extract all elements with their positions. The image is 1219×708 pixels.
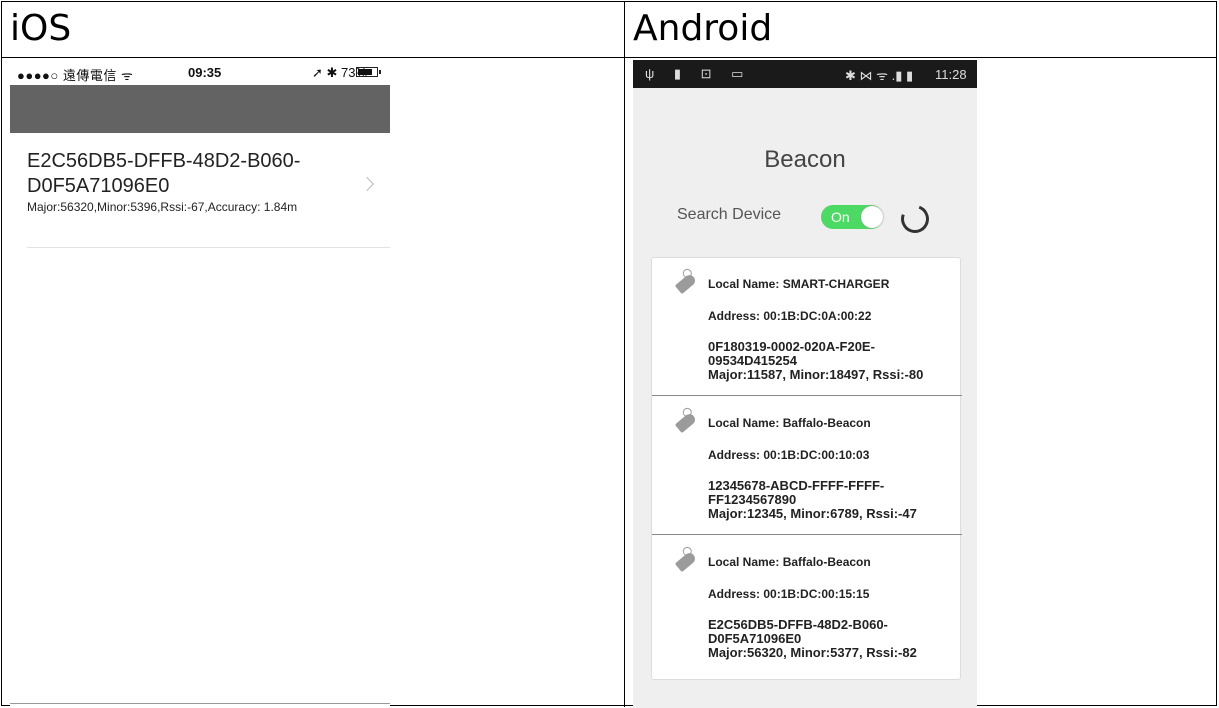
ios-column-title: iOS: [10, 8, 72, 49]
tag-icon: [674, 272, 698, 295]
device-uuid-stats: 12345678-ABCD-FFFF-FFFF-FF1234567890 Maj…: [708, 479, 948, 521]
ios-navigation-bar: [10, 85, 390, 133]
chevron-right-icon: [359, 176, 375, 192]
device-uuid: E2C56DB5-DFFB-48D2-B060-D0F5A71096E0: [708, 617, 888, 646]
loading-spinner-icon: [896, 200, 934, 238]
tag-icon: [674, 550, 698, 573]
device-name: Local Name: SMART-CHARGER: [708, 277, 890, 291]
toggle-knob: [861, 206, 883, 228]
ios-beacon-cell[interactable]: E2C56DB5-DFFB-48D2-B060-D0F5A71096E0 Maj…: [10, 133, 390, 247]
header-divider: [1, 57, 1217, 58]
carrier-signal: ●●●●○ 遠傳電信 ᯤ: [17, 68, 134, 83]
ios-status-bar: ●●●●○ 遠傳電信 ᯤ 09:35 ➚ ✱ 73%: [10, 60, 390, 84]
device-address: Address: 00:1B:DC:00:15:15: [708, 587, 870, 601]
system-icons: ✱ ⋈ ᯤ .▮ ▮: [845, 68, 914, 83]
battery-icon: [356, 67, 381, 77]
tag-icon: [674, 411, 698, 434]
toggle-label: On: [831, 209, 850, 225]
list-item[interactable]: Local Name: SMART-CHARGER Address: 00:1B…: [652, 258, 962, 397]
beacon-uuid: E2C56DB5-DFFB-48D2-B060-D0F5A71096E0: [27, 150, 301, 197]
device-uuid: 0F180319-0002-020A-F20E-09534D415254: [708, 339, 875, 368]
list-item[interactable]: Local Name: Baffalo-Beacon Address: 00:1…: [652, 397, 962, 536]
page-title: Beacon: [764, 146, 846, 173]
status-time: 11:28: [935, 67, 967, 82]
device-address: Address: 00:1B:DC:00:10:03: [708, 448, 870, 462]
device-stats: Major:12345, Minor:6789, Rssi:-47: [708, 506, 917, 521]
android-status-bar: ψ ▮ ⊡ ▭ ✱ ⋈ ᯤ .▮ ▮ 11:28: [633, 60, 977, 88]
item-separator: [652, 534, 962, 535]
android-screenshot: ψ ▮ ⊡ ▭ ✱ ⋈ ᯤ .▮ ▮ 11:28 Beacon Search D…: [633, 60, 977, 708]
search-device-label: Search Device: [677, 206, 782, 223]
item-separator: [652, 395, 962, 396]
device-address: Address: 00:1B:DC:0A:00:22: [708, 309, 872, 323]
column-divider: [624, 1, 625, 707]
device-name: Local Name: Baffalo-Beacon: [708, 416, 871, 430]
notification-icons: ψ ▮ ⊡ ▭: [645, 66, 752, 81]
device-name: Local Name: Baffalo-Beacon: [708, 555, 871, 569]
android-column-title: Android: [633, 8, 773, 49]
device-list: Local Name: SMART-CHARGER Address: 00:1B…: [651, 257, 962, 680]
device-stats: Major:11587, Minor:18497, Rssi:-80: [708, 367, 924, 382]
search-toggle[interactable]: On: [821, 205, 883, 229]
ios-screenshot: ●●●●○ 遠傳電信 ᯤ 09:35 ➚ ✱ 73% E2C56DB5-DFFB…: [10, 60, 390, 708]
device-uuid: 12345678-ABCD-FFFF-FFFF-FF1234567890: [708, 478, 885, 507]
status-time: 09:35: [188, 65, 222, 80]
beacon-detail: Major:56320,Minor:5396,Rssi:-67,Accuracy…: [27, 200, 298, 214]
device-uuid-stats: E2C56DB5-DFFB-48D2-B060-D0F5A71096E0 Maj…: [708, 618, 948, 660]
bottom-separator: [10, 703, 390, 704]
list-item[interactable]: Local Name: Baffalo-Beacon Address: 00:1…: [652, 536, 960, 675]
cell-separator: [27, 247, 390, 248]
device-uuid-stats: 0F180319-0002-020A-F20E-09534D415254 Maj…: [708, 340, 948, 382]
device-stats: Major:56320, Minor:5377, Rssi:-82: [708, 645, 917, 660]
